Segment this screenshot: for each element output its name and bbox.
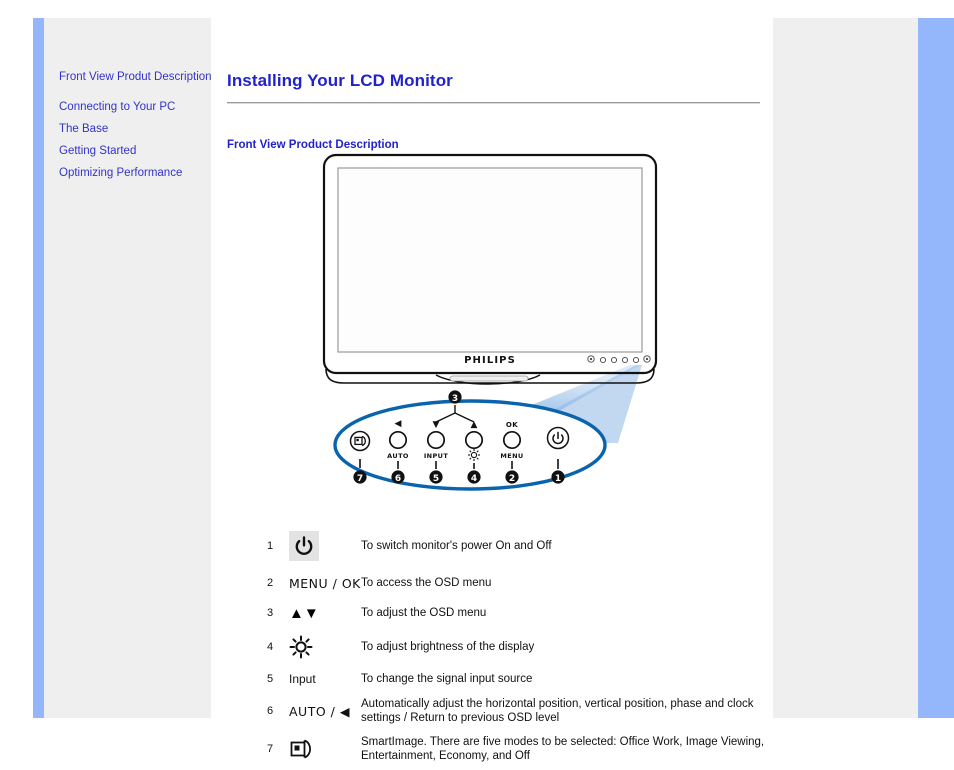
input-label: Input — [289, 672, 316, 686]
legend-description: To change the signal input source — [361, 673, 533, 685]
legend-description: To adjust the OSD menu — [361, 607, 487, 619]
monitor-screen — [337, 167, 643, 353]
menu-ok-label: MENU / OK — [289, 575, 361, 591]
legend-description: SmartImage. There are five modes to be s… — [361, 736, 765, 762]
arrows-glyph: ▲▼ — [289, 604, 319, 622]
svg-text:OK: OK — [506, 421, 518, 429]
page-title: Installing Your LCD Monitor — [227, 71, 453, 91]
sidebar-item-connecting-to-your-pc[interactable]: Connecting to Your PC — [59, 100, 211, 114]
svg-text:7: 7 — [357, 474, 363, 484]
philips-logo: PHILIPS — [464, 355, 516, 366]
page-frame: Front View Produt Description Connecting… — [0, 18, 954, 762]
svg-text:◀: ◀ — [395, 419, 402, 429]
legend-row-2: 2 MENU / OK To access the OSD menu — [267, 570, 767, 596]
power-icon — [285, 531, 361, 561]
legend-number: 4 — [267, 641, 274, 653]
legend-number: 7 — [267, 743, 274, 755]
monitor-illustration: PHILIPS 7 ◀ AUTO 6 ▼ INPUT 5 ▲ 4 3 OK ME… — [318, 143, 768, 513]
up-down-arrows-icon: ▲▼ — [285, 606, 361, 621]
smartimage-icon — [285, 737, 361, 761]
legend-description: To adjust brightness of the display — [361, 641, 535, 653]
legend-number: 1 — [267, 540, 274, 552]
monitor-front-buttons — [587, 355, 651, 364]
legend-description: Automatically adjust the horizontal posi… — [361, 698, 754, 724]
brightness-glyph — [289, 635, 313, 659]
legend-row-4: 4 To adjust brightness of the display — [267, 630, 767, 664]
legend-number: 2 — [267, 577, 274, 589]
svg-text:5: 5 — [433, 474, 439, 484]
title-divider — [227, 102, 760, 104]
sidebar: Front View Produt Description Connecting… — [44, 18, 212, 718]
sidebar-nav: Front View Produt Description Connecting… — [59, 70, 212, 180]
svg-text:2: 2 — [509, 474, 515, 484]
legend-row-5: 5 Input To change the signal input sourc… — [267, 668, 767, 690]
legend-row-3: 3 ▲▼ To adjust the OSD menu — [267, 600, 767, 626]
right-blue-rail — [918, 18, 954, 718]
legend-number: 6 — [267, 705, 274, 717]
sidebar-item-getting-started[interactable]: Getting Started — [59, 144, 211, 158]
left-blue-rail — [33, 18, 44, 718]
legend-number: 3 — [267, 607, 274, 619]
svg-text:MENU: MENU — [500, 452, 523, 460]
svg-text:AUTO: AUTO — [387, 452, 409, 460]
auto-left-icon: AUTO / ◀ — [285, 704, 361, 719]
legend-description: To access the OSD menu — [361, 577, 492, 589]
input-label-icon: Input — [285, 672, 361, 686]
legend-description: To switch monitor's power On and Off — [361, 540, 552, 552]
button-legend-table: 1 To switch monitor's power On and Off 2… — [267, 526, 767, 770]
auto-left-label: AUTO / ◀ — [289, 703, 350, 719]
svg-text:4: 4 — [471, 474, 477, 484]
smartimage-glyph — [290, 739, 312, 759]
legend-row-1: 1 To switch monitor's power On and Off — [267, 526, 767, 566]
svg-text:3: 3 — [452, 394, 458, 404]
sidebar-item-optimizing-performance[interactable]: Optimizing Performance — [59, 166, 211, 180]
sidebar-item-front-view-product-description[interactable]: Front View Produt Description — [59, 70, 212, 84]
content-pane: Installing Your LCD Monitor Front View P… — [211, 18, 773, 762]
legend-number: 5 — [267, 673, 274, 685]
brightness-icon — [285, 635, 361, 659]
legend-row-6: 6 AUTO / ◀ Automatically adjust the hori… — [267, 694, 767, 728]
svg-text:INPUT: INPUT — [424, 452, 449, 460]
power-glyph — [295, 536, 313, 555]
svg-text:6: 6 — [395, 474, 401, 484]
legend-row-7: 7 SmartImage. There are five modes to be… — [267, 732, 767, 766]
right-pane — [773, 18, 918, 718]
menu-ok-icon: MENU / OK — [285, 576, 361, 591]
sidebar-item-the-base[interactable]: The Base — [59, 122, 211, 136]
svg-text:1: 1 — [555, 474, 561, 484]
